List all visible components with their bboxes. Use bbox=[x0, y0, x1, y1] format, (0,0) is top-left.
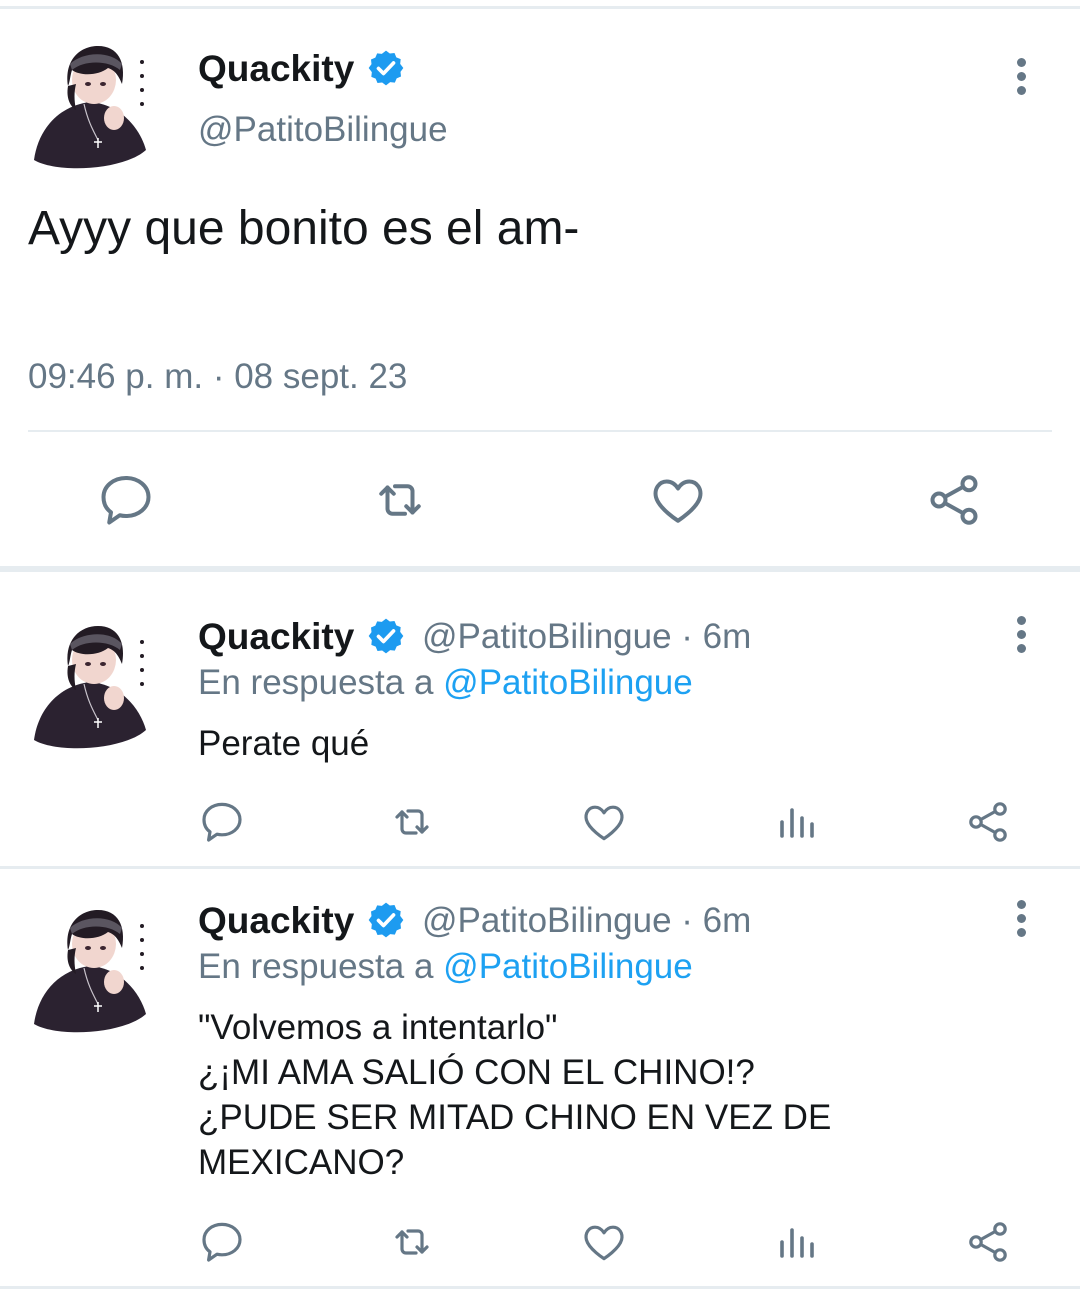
user-handle-time[interactable]: @PatitoBilingue · 6m bbox=[422, 614, 751, 660]
reply-context: En respuesta a @PatitoBilingue bbox=[198, 944, 693, 990]
reply-icon[interactable] bbox=[198, 798, 246, 846]
analytics-icon[interactable] bbox=[772, 798, 820, 846]
tweet-text-line: ¿¡MI AMA SALIÓ CON EL CHINO!? bbox=[198, 1053, 755, 1092]
reply-to-link[interactable]: @PatitoBilingue bbox=[443, 663, 693, 702]
more-options-icon[interactable] bbox=[1014, 900, 1028, 940]
tweet-text-line: MEXICANO? bbox=[198, 1143, 405, 1182]
analytics-icon[interactable] bbox=[772, 1218, 820, 1266]
avatar[interactable] bbox=[28, 904, 152, 1038]
retweet-icon[interactable] bbox=[388, 1218, 436, 1266]
section-divider bbox=[0, 566, 1080, 572]
divider bbox=[28, 430, 1052, 432]
tweet-timestamp: 09:46 p. m. · 08 sept. 23 bbox=[28, 357, 408, 396]
reply-context: En respuesta a @PatitoBilingue bbox=[198, 660, 693, 706]
more-options-icon[interactable] bbox=[1014, 616, 1028, 656]
reply-icon[interactable] bbox=[198, 1218, 246, 1266]
top-divider bbox=[0, 6, 1080, 9]
tweet-text-line: "Volvemos a intentarlo" bbox=[198, 1008, 558, 1047]
retweet-icon[interactable] bbox=[370, 470, 430, 530]
display-name[interactable]: Quackity bbox=[198, 614, 354, 660]
avatar[interactable] bbox=[28, 620, 152, 754]
reply-to-link[interactable]: @PatitoBilingue bbox=[443, 947, 693, 986]
user-handle[interactable]: @PatitoBilingue bbox=[198, 108, 448, 152]
share-icon[interactable] bbox=[964, 1218, 1012, 1266]
bottom-divider bbox=[0, 1286, 1080, 1289]
reply-prefix: En respuesta a bbox=[198, 947, 434, 986]
tweet-text-line: ¿PUDE SER MITAD CHINO EN VEZ DE bbox=[198, 1098, 832, 1137]
reply-divider bbox=[0, 866, 1080, 869]
verified-badge-icon bbox=[366, 616, 406, 656]
share-icon[interactable] bbox=[964, 798, 1012, 846]
avatar[interactable] bbox=[28, 40, 152, 174]
verified-badge-icon bbox=[366, 48, 406, 88]
verified-badge-icon bbox=[366, 900, 406, 940]
reply-icon[interactable] bbox=[96, 470, 156, 530]
reply-prefix: En respuesta a bbox=[198, 663, 434, 702]
display-name[interactable]: Quackity bbox=[198, 898, 354, 944]
retweet-icon[interactable] bbox=[388, 798, 436, 846]
tweet-text: Perate qué bbox=[198, 724, 370, 763]
tweet-text: Ayyy que bonito es el am- bbox=[28, 202, 580, 255]
like-icon[interactable] bbox=[580, 798, 628, 846]
share-icon[interactable] bbox=[924, 470, 984, 530]
display-name[interactable]: Quackity bbox=[198, 46, 354, 92]
like-icon[interactable] bbox=[580, 1218, 628, 1266]
user-handle-time[interactable]: @PatitoBilingue · 6m bbox=[422, 898, 751, 944]
more-options-icon[interactable] bbox=[1014, 58, 1028, 98]
like-icon[interactable] bbox=[648, 470, 708, 530]
